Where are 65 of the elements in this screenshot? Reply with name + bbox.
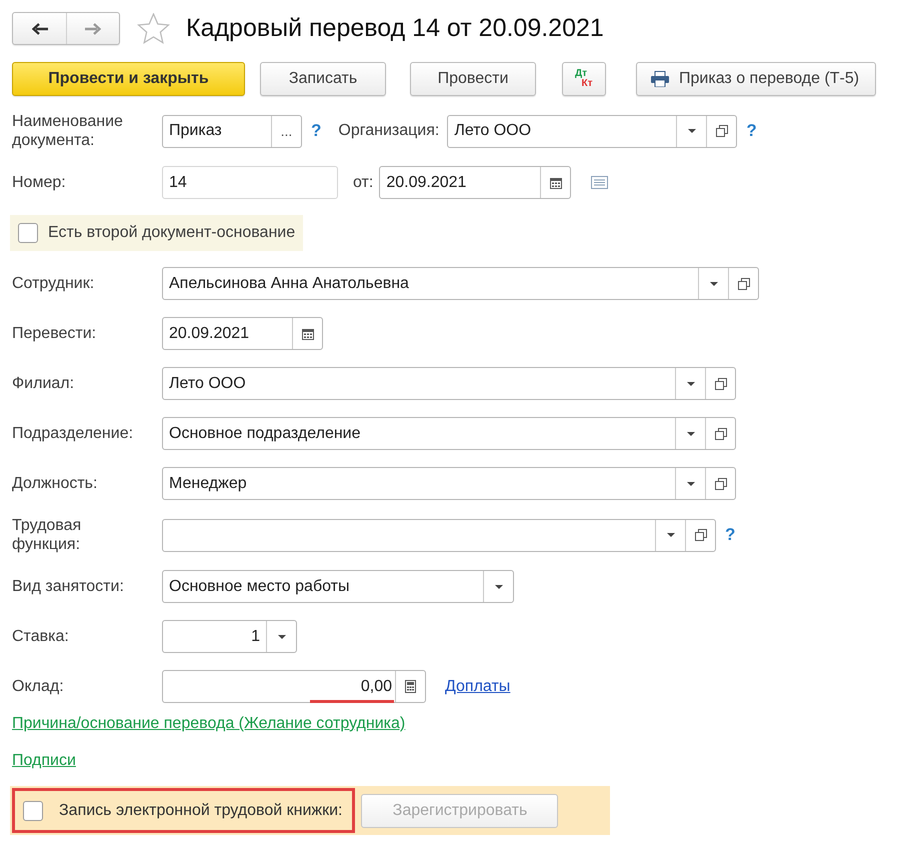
field-label: Перевести: [12, 324, 96, 343]
open-window-icon [714, 478, 726, 490]
field-label: Трудовая функция: [12, 516, 82, 554]
field-label: Ставка: [12, 627, 69, 646]
caret-icon [686, 382, 694, 386]
salary-field[interactable]: 0,00 [162, 670, 426, 703]
select-field[interactable] [162, 518, 716, 552]
field-label: Наименование документа: [12, 112, 124, 150]
caret-icon [278, 634, 286, 638]
open-window-icon [694, 529, 706, 541]
open-window-icon [714, 378, 726, 390]
caret-icon [710, 282, 718, 286]
star-icon[interactable] [137, 13, 170, 44]
caret-icon [686, 482, 694, 486]
select-field[interactable]: Апельсинова Анна Анатольевна [162, 267, 759, 300]
caret-icon [494, 584, 502, 588]
select-field[interactable]: Менеджер [162, 467, 736, 500]
open-window-icon [714, 428, 726, 440]
field-label: Должность: [12, 474, 98, 493]
calculator-icon [405, 680, 416, 693]
help-link[interactable]: ? [725, 525, 736, 545]
link[interactable]: Причина/основание перевода (Желание сотрудника) [12, 715, 406, 732]
date-field[interactable]: 20.09.2021 [162, 317, 323, 350]
open-window-icon [738, 278, 750, 290]
select-field[interactable]: Основное подразделение [162, 417, 736, 450]
forward-arrow-icon [85, 22, 101, 34]
post-button[interactable]: Провести [410, 62, 536, 96]
rate-field[interactable]: 1 [162, 620, 297, 653]
calendar-icon [550, 176, 562, 188]
allowances-link[interactable]: Доплаты [445, 678, 510, 696]
save-button[interactable]: Записать [260, 62, 386, 96]
help-link[interactable]: ? [746, 121, 757, 141]
checkbox[interactable] [23, 800, 43, 820]
printer-icon [651, 71, 669, 87]
post-and-close-button[interactable]: Провести и закрыть [12, 62, 245, 96]
link[interactable]: Подписи [12, 752, 76, 769]
field-label: Организация: [338, 122, 440, 140]
field-label: Номер: [12, 173, 66, 192]
ledger-button[interactable]: Дт Кт [562, 62, 606, 96]
number-field[interactable]: 14 [162, 166, 338, 199]
window-title: Кадровый перевод 14 от 20.09.2021 [186, 14, 604, 43]
list-icon[interactable] [591, 176, 608, 189]
select-field[interactable]: Основное место работы [162, 570, 514, 603]
caret-icon [688, 129, 696, 133]
checkbox-label: Запись электронной трудовой книжки: [59, 802, 342, 820]
field-label: Филиал: [12, 374, 74, 393]
checkbox-label: Есть второй документ-основание [48, 224, 296, 242]
select-button[interactable]: ... [271, 116, 301, 146]
field-label: Подразделение: [12, 424, 134, 443]
select-field[interactable]: Лето ООО [162, 367, 736, 400]
document-name-field[interactable]: Приказ ... [162, 114, 302, 148]
print-button[interactable]: Приказ о переводе (Т-5) [636, 62, 876, 96]
caret-icon [666, 533, 674, 537]
open-window-icon [716, 125, 728, 137]
field-label: Сотрудник: [12, 274, 94, 293]
back-arrow-icon [32, 22, 48, 34]
date-field[interactable]: 20.09.2021 [379, 166, 572, 199]
organization-field[interactable]: Лето ООО [447, 114, 738, 148]
calendar-icon [302, 328, 314, 340]
field-label: Оклад: [12, 677, 64, 696]
field-label: от: [353, 174, 374, 192]
field-label: Вид занятости: [12, 577, 124, 596]
caret-icon [686, 432, 694, 436]
help-link[interactable]: ? [311, 121, 322, 141]
checkbox[interactable] [18, 223, 38, 243]
